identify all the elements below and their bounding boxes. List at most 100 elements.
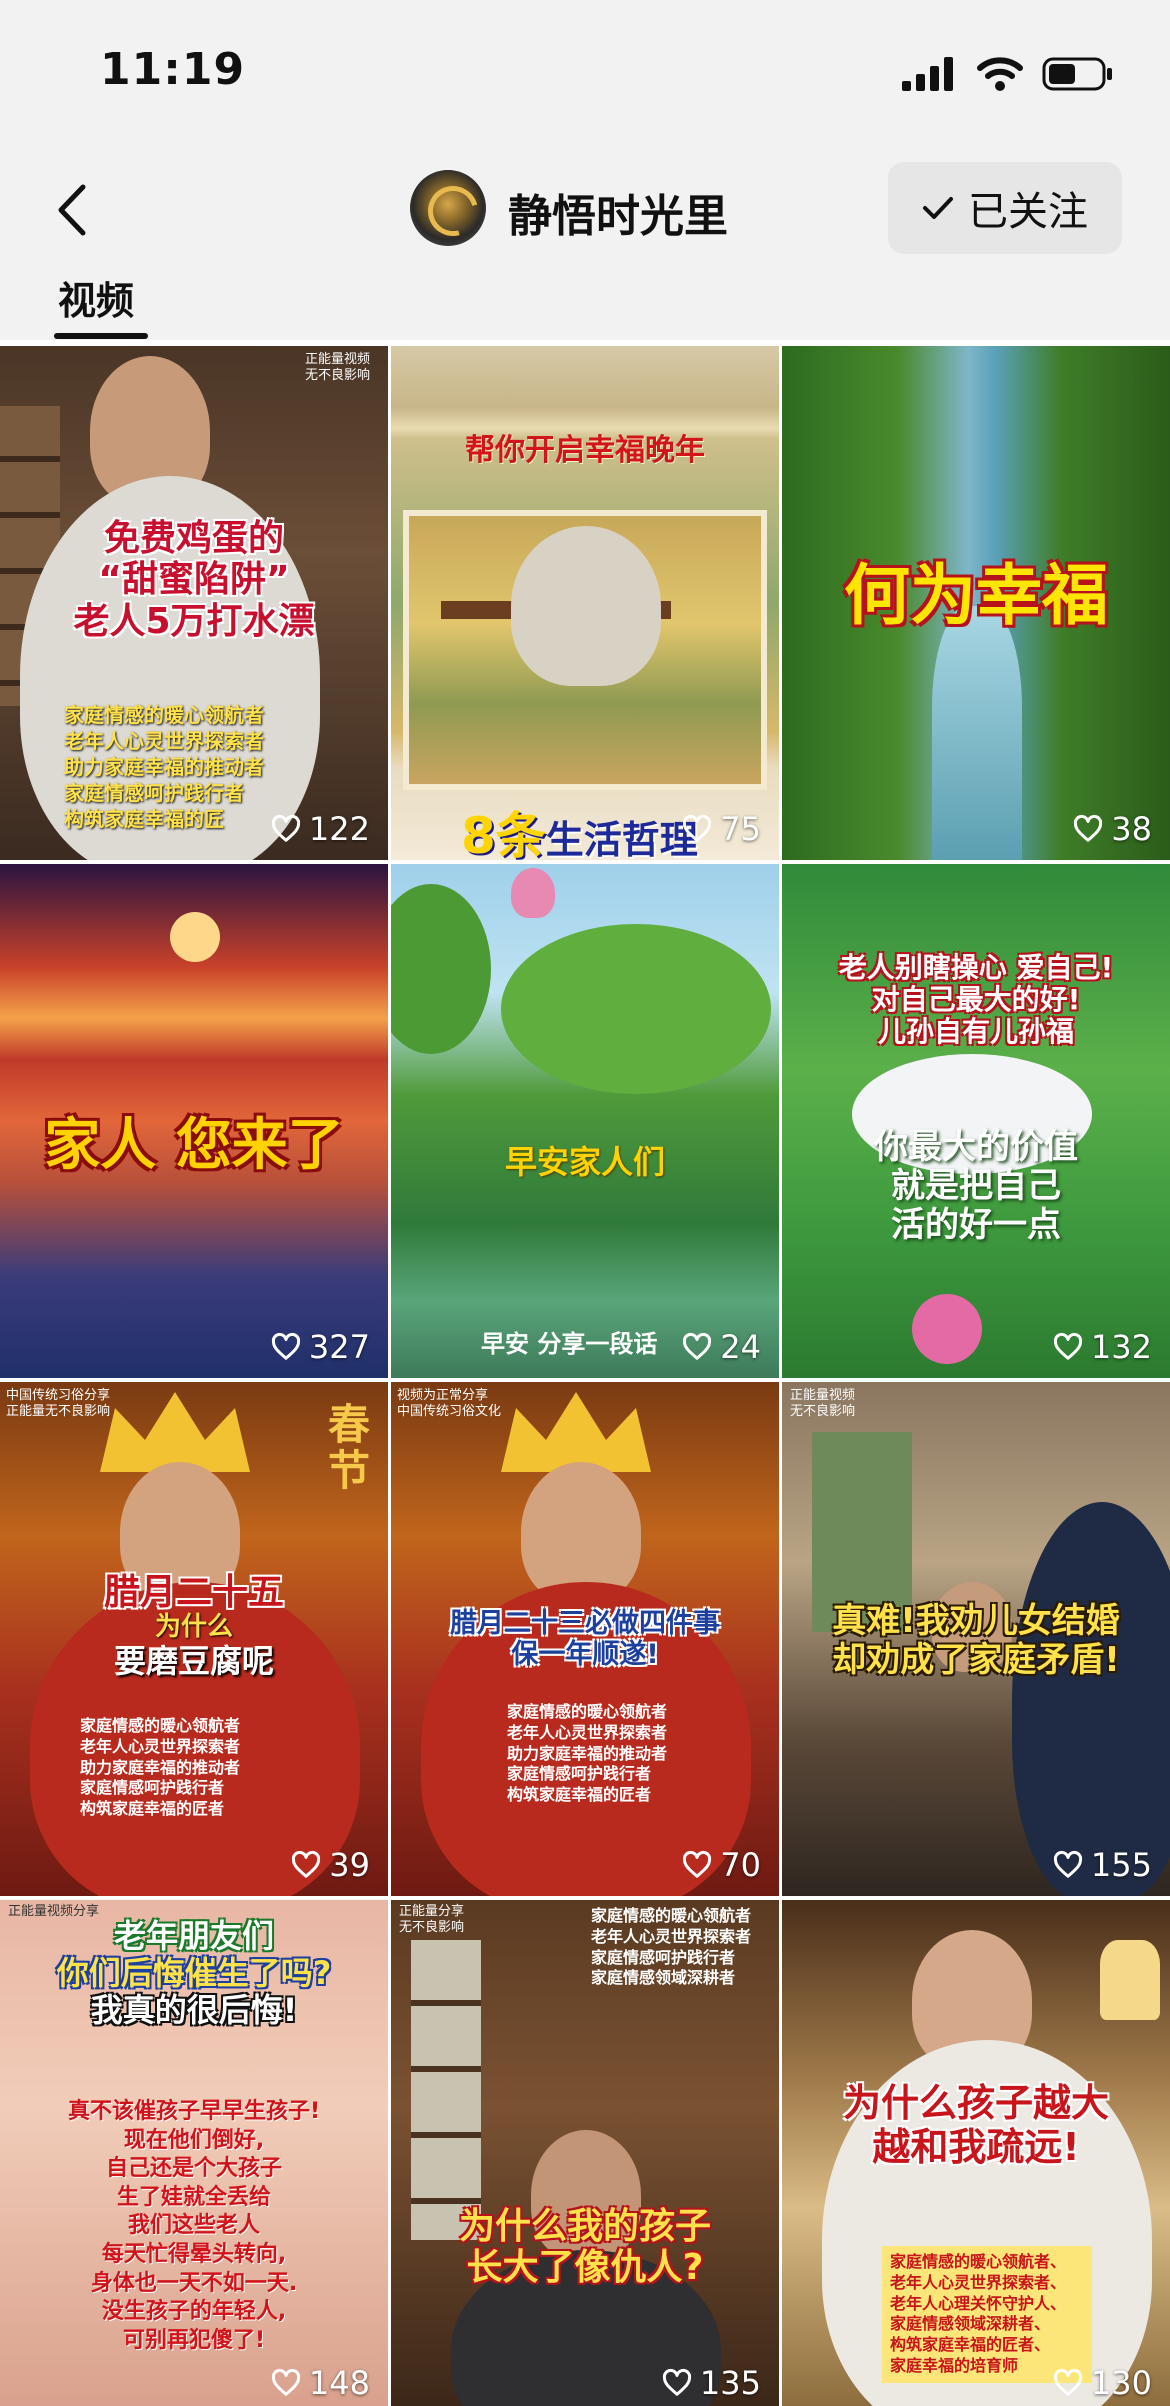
like-count: 39 — [291, 1846, 370, 1884]
tile-title: 何为幸福 — [782, 558, 1170, 634]
video-tile[interactable]: 正能量分享 无不良影响 家庭情感的暖心领航者 老年人心灵世界探索者 家庭情感呵护… — [391, 1900, 779, 2406]
tile-title: 腊月二十五 为什么 要磨豆腐呢 — [0, 1572, 388, 1680]
title-line: 为什么 — [154, 1612, 233, 1643]
tile-title: 老人别瞎操心 爱自己! 对自己最大的好! 儿孙自有儿孙福 — [782, 951, 1170, 1049]
caption-text: 生活哲理 — [545, 818, 698, 860]
lotus-flower — [511, 868, 555, 918]
video-tile[interactable]: 正能量视频 无不良影响 真难!我劝儿女结婚 却劝成了家庭矛盾! 155 — [782, 1382, 1170, 1896]
sub-line: 家庭情感呵护践行者 — [507, 1764, 652, 1784]
battery-icon — [1042, 57, 1112, 91]
like-count: 148 — [271, 2364, 370, 2402]
tile-subtitle: 家庭情感的暖心领航者 老年人心灵世界探索者 助力家庭幸福的推动者 家庭情感呵护践… — [64, 702, 264, 832]
like-count: 122 — [271, 810, 370, 848]
sub-line: 家庭情感的暖心领航者、 — [890, 2252, 1067, 2271]
video-tile[interactable]: 早安家人们 早安 分享一段话 24 — [391, 864, 779, 1378]
sub-line: 构筑家庭幸福的匠 — [64, 807, 224, 831]
tile-title: 腊月二十三必做四件事 保一年顺遂! — [391, 1608, 779, 1670]
corner-line: 正能量无不良影响 — [6, 1404, 111, 1420]
video-tile[interactable]: 正能量视频 无不良影响 免费鸡蛋的 “甜蜜陷阱” 老人5万打水漂 家庭情感的暖心… — [0, 346, 388, 860]
lamp — [1100, 1940, 1160, 2020]
like-number: 39 — [329, 1846, 370, 1884]
corner-line: 正能量视频 — [790, 1388, 856, 1403]
sub-line: 就是把自己 — [891, 1166, 1061, 1207]
bottom-caption: 早安 分享一段话 — [481, 1330, 658, 1358]
sub-line: 活的好一点 — [891, 1205, 1061, 1246]
sub-line: 助力家庭幸福的推动者 — [64, 755, 264, 779]
tile-title: 真难!我劝儿女结婚 却劝成了家庭矛盾! — [782, 1601, 1170, 1680]
title-line: 对自己最大的好! — [871, 983, 1081, 1017]
corner-line: 视频为正常分享 — [397, 1388, 489, 1403]
sub-line: 生了娃就全丢给 — [116, 2184, 271, 2210]
sub-line: 构筑家庭幸福的匠者、 — [890, 2335, 1051, 2355]
avatar[interactable] — [410, 170, 486, 246]
signal-icon — [902, 57, 953, 91]
like-number: 148 — [308, 2364, 370, 2402]
heart-icon — [1053, 1332, 1083, 1360]
person-head — [521, 1462, 641, 1602]
video-tile[interactable]: 帮你开启幸福晚年 8条生活哲理 75 — [391, 346, 779, 860]
tile-subtitle: 家庭情感的暖心领航者、 老年人心灵世界探索者、 老年人心理关怀守护人、 家庭情感… — [882, 2246, 1092, 2383]
video-tile[interactable]: 中国传统习俗分享 正能量无不良影响 春节 腊月二十五 为什么 要磨豆腐呢 家庭情… — [0, 1382, 388, 1896]
sub-line: 老年人心灵世界探索者 — [591, 1926, 752, 1946]
title-line: 长大了像仇人? — [466, 2247, 704, 2289]
back-button[interactable] — [40, 178, 104, 242]
corner-note: 中国传统习俗分享 正能量无不良影响 — [6, 1388, 110, 1421]
like-count: 130 — [1053, 2364, 1152, 2402]
lotus-leaf — [501, 924, 771, 1094]
sub-line: 没生孩子的年轻人, — [101, 2299, 287, 2325]
sub-line: 家庭情感的暖心领航者 — [591, 1906, 752, 1925]
title-line: 腊月二十五 — [103, 1572, 284, 1613]
wifi-icon — [977, 57, 1023, 91]
video-tile[interactable]: 视频为正常分享 中国传统习俗文化 腊月二十三必做四件事 保一年顺遂! 家庭情感的… — [391, 1382, 779, 1896]
like-number: 24 — [720, 1328, 761, 1366]
sun — [170, 912, 220, 962]
video-tile[interactable]: 家人 您来了 327 — [0, 864, 388, 1378]
sub-line: 家庭情感呵护践行者 — [64, 781, 244, 805]
follow-button[interactable]: 已关注 — [888, 162, 1122, 254]
sub-line: 自己还是个大孩子 — [105, 2156, 282, 2182]
video-tile[interactable]: 老人别瞎操心 爱自己! 对自己最大的好! 儿孙自有儿孙福 你最大的价值 就是把自… — [782, 864, 1170, 1378]
side-text: 春节 — [328, 1400, 371, 1496]
corner-line: 无不良影响 — [790, 1404, 856, 1420]
tile-subtitle: 家庭情感的暖心领航者 老年人心灵世界探索者 家庭情感呵护践行者 家庭情感领域深耕… — [591, 1906, 751, 1989]
bottom-caption: 8条生活哲理 — [461, 796, 698, 860]
person-figure — [511, 526, 661, 686]
title-line: 保一年顺遂! — [511, 1639, 659, 1671]
title-line: 老人别瞎操心 爱自己! — [838, 951, 1114, 984]
sub-line: 助力家庭幸福的推动者 — [507, 1743, 668, 1763]
like-number: 135 — [699, 2364, 761, 2402]
sub-line: 身体也一天不如一天. — [90, 2270, 298, 2296]
tile-title: 早安家人们 — [391, 1144, 779, 1181]
sub-line: 老年人心灵世界探索者 — [507, 1722, 668, 1742]
sub-line: 家庭情感呵护践行者 — [80, 1778, 225, 1798]
sub-line: 家庭情感的暖心领航者 — [507, 1702, 668, 1721]
like-number: 132 — [1090, 1328, 1152, 1366]
tile-title: 帮你开启幸福晚年 — [391, 433, 779, 469]
caption-number: 8条 — [461, 807, 546, 860]
like-number: 38 — [1111, 810, 1152, 848]
profile-header: 静悟时光里 已关注 视频 — [0, 150, 1170, 340]
tile-title: 为什么孩子越大 越和我疏远! — [782, 2081, 1170, 2169]
video-tile[interactable]: 正能量视频分享 老年朋友们 你们后悔催生了吗? 我真的很后悔! 真不该催孩子早早… — [0, 1900, 388, 2406]
tile-subtitle: 真不该催孩子早早生孩子! 现在他们倒好, 自己还是个大孩子 生了娃就全丢给 我们… — [0, 2098, 388, 2355]
follow-label: 已关注 — [968, 189, 1088, 235]
tile-subtitle: 家庭情感的暖心领航者 老年人心灵世界探索者 助力家庭幸福的推动者 家庭情感呵护践… — [80, 1716, 240, 1820]
like-number: 327 — [308, 1328, 370, 1366]
video-tile[interactable]: 为什么孩子越大 越和我疏远! 家庭情感的暖心领航者、 老年人心灵世界探索者、 老… — [782, 1900, 1170, 2406]
heart-icon — [271, 2368, 301, 2396]
tile-subtitle: 家庭情感的暖心领航者 老年人心灵世界探索者 助力家庭幸福的推动者 家庭情感呵护践… — [507, 1702, 667, 1806]
bookshelf — [411, 1940, 481, 2240]
video-tile[interactable]: 何为幸福 38 — [782, 346, 1170, 860]
tab-video[interactable]: 视频 — [58, 270, 134, 325]
sub-line: 家庭情感领域深耕者、 — [890, 2314, 1051, 2334]
like-count: 38 — [1073, 810, 1152, 848]
title-line: 免费鸡蛋的 — [103, 518, 284, 559]
status-icons — [902, 54, 1114, 94]
sub-line: 家庭情感领域深耕者 — [591, 1968, 736, 1988]
tile-title: 家人 您来了 — [0, 1113, 388, 1178]
heart-icon — [683, 814, 712, 842]
like-count: 24 — [682, 1328, 761, 1366]
title-line: 家人 您来了 — [44, 1113, 344, 1178]
corner-line: 无不良影响 — [304, 368, 370, 384]
channel-name: 静悟时光里 — [508, 191, 728, 242]
